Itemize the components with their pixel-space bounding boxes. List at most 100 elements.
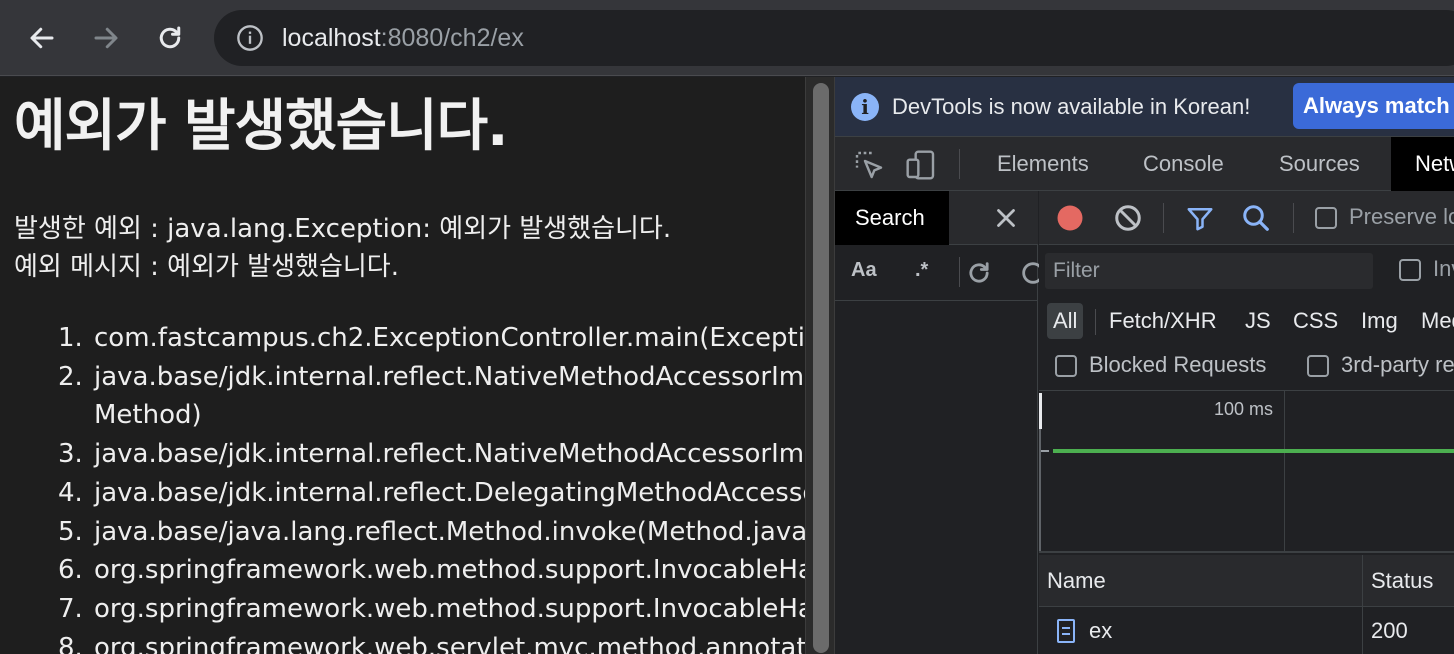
filter-icon[interactable] — [1185, 203, 1215, 233]
browser-toolbar: localhost:8080/ch2/ex — [0, 0, 1454, 76]
search-panel: Search Aa .* — [835, 191, 1044, 654]
arrow-left-icon — [30, 27, 54, 49]
invert-label: Invert — [1433, 256, 1454, 281]
request-name: ex — [1089, 618, 1113, 643]
clear-icon[interactable] — [1113, 203, 1143, 233]
column-name[interactable]: Name — [1039, 555, 1106, 607]
device-toolbar-icon[interactable] — [905, 149, 937, 181]
network-panel: Preserve log Filter Invert All Fetch/XHR… — [1039, 191, 1454, 654]
stack-frame-text: org.springframework.web.servlet.mvc.meth… — [94, 632, 805, 654]
site-info-icon[interactable] — [236, 24, 264, 52]
blocked-requests-label: Blocked Requests — [1089, 352, 1267, 377]
column-status[interactable]: Status — [1363, 555, 1433, 607]
network-toolbar: Preserve log — [1039, 191, 1454, 245]
devtools-tabbar: Elements Console Sources Network — [835, 137, 1454, 191]
devtools-panel: i DevTools is now available in Korean! A… — [835, 77, 1454, 654]
search-panel-header: Search — [835, 191, 1038, 245]
network-filter-row: Filter Invert — [1039, 245, 1454, 295]
search-icon[interactable] — [1241, 203, 1271, 233]
type-filter-all[interactable]: All — [1047, 303, 1084, 339]
type-filter-media[interactable]: Media — [1421, 303, 1454, 339]
filter-input[interactable]: Filter — [1045, 253, 1373, 289]
overview-waiting-bar — [1041, 450, 1049, 452]
document-icon — [1057, 619, 1075, 643]
stack-frame-text: org.springframework.web.method.support.I… — [94, 555, 805, 586]
overview-edge — [1039, 429, 1041, 551]
list-item-number: 4. — [58, 477, 83, 508]
invert-checkbox[interactable] — [1399, 259, 1421, 281]
resource-type-filters: All Fetch/XHR JS CSS Img Media — [1039, 295, 1454, 345]
refresh-icon[interactable] — [965, 259, 993, 287]
infobar-text: DevTools is now available in Korean! — [892, 94, 1251, 119]
overview-download-bar — [1053, 449, 1454, 453]
table-row[interactable]: ex 200 — [1039, 607, 1454, 654]
list-item: 5. java.base/java.lang.reflect.Method.inv… — [0, 513, 805, 552]
list-item: 2. java.base/jdk.internal.reflect.NativeM… — [0, 358, 805, 435]
info-icon: i — [851, 93, 879, 121]
list-item: 4. java.base/jdk.internal.reflect.Delegat… — [0, 474, 805, 513]
url-path: :8080/ch2/ex — [380, 24, 524, 52]
reload-button[interactable] — [150, 18, 190, 58]
always-match-button[interactable]: Always match — [1293, 83, 1454, 129]
list-item-number: 3. — [58, 439, 83, 470]
list-item: 7. org.springframework.web.method.support… — [0, 590, 805, 629]
tabbar-separator — [959, 149, 960, 179]
tab-elements[interactable]: Elements — [997, 137, 1089, 191]
type-filter-css[interactable]: CSS — [1293, 303, 1338, 339]
search-options: Aa .* — [835, 245, 1044, 301]
tab-sources[interactable]: Sources — [1279, 137, 1360, 191]
url-host: localhost — [282, 24, 381, 52]
overview-tick-label: 100 ms — [1214, 399, 1274, 419]
message-line: 예외 메시지 : 예외가 발생했습니다. — [14, 252, 399, 282]
url-text[interactable]: localhost:8080/ch2/ex — [282, 22, 524, 54]
list-item: 1. com.fastcampus.ch2.ExceptionController… — [0, 319, 805, 358]
stack-frame-text: java.base/jdk.internal.reflect.NativeMet… — [94, 361, 805, 392]
third-party-label: 3rd-party requests — [1341, 352, 1454, 377]
type-filter-separator — [1095, 309, 1096, 335]
list-item-number: 1. — [58, 323, 83, 353]
match-case-toggle[interactable]: Aa — [851, 259, 877, 282]
list-item-number: 5. — [58, 516, 83, 547]
tab-network[interactable]: Network — [1391, 137, 1454, 191]
preserve-log-checkbox[interactable] — [1315, 207, 1337, 229]
stack-trace-list: 1. com.fastcampus.ch2.ExceptionController… — [0, 319, 805, 654]
back-button[interactable] — [22, 18, 62, 58]
page-title: 예외가 발생했습니다. — [14, 94, 508, 159]
language-infobar: i DevTools is now available in Korean! A… — [835, 77, 1454, 137]
close-icon[interactable] — [991, 203, 1021, 233]
search-options-separator — [959, 257, 960, 287]
tab-console[interactable]: Console — [1143, 137, 1224, 191]
request-status: 200 — [1371, 618, 1408, 643]
stack-frame-continuation: Method) — [94, 400, 202, 431]
record-icon[interactable] — [1055, 203, 1085, 233]
stack-frame-text: org.springframework.web.method.support.I… — [94, 593, 805, 624]
third-party-checkbox[interactable] — [1307, 355, 1329, 377]
type-filter-img[interactable]: Img — [1361, 303, 1398, 339]
stack-frame-text: java.base/java.lang.reflect.Method.invok… — [94, 516, 805, 547]
page-content: 예외가 발생했습니다. 발생한 예외 : java.lang.Exception… — [0, 77, 805, 654]
search-tab[interactable]: Search — [835, 191, 949, 245]
address-bar[interactable]: localhost:8080/ch2/ex — [214, 10, 1454, 66]
page-scrollbar[interactable] — [805, 77, 835, 654]
type-filter-fetch-xhr[interactable]: Fetch/XHR — [1109, 303, 1217, 339]
toolbar-separator — [1293, 203, 1294, 233]
scrollbar-thumb[interactable] — [813, 83, 829, 653]
inspect-element-icon[interactable] — [853, 149, 885, 181]
list-item-number: 6. — [58, 555, 83, 586]
regex-toggle[interactable]: .* — [915, 259, 928, 282]
list-item: 3. java.base/jdk.internal.reflect.NativeM… — [0, 435, 805, 474]
type-filter-js[interactable]: JS — [1245, 303, 1271, 339]
request-filters-row: Blocked Requests 3rd-party requests — [1039, 345, 1454, 391]
preserve-log-label: Preserve log — [1349, 204, 1454, 229]
list-item-number: 2. — [58, 361, 83, 392]
forward-button[interactable] — [86, 18, 126, 58]
overview-start-marker — [1039, 393, 1042, 429]
stack-frame-text: java.base/jdk.internal.reflect.NativeMet… — [94, 439, 805, 470]
network-overview[interactable]: 100 ms — [1039, 391, 1454, 553]
arrow-right-icon — [94, 27, 118, 49]
list-item: 6. org.springframework.web.method.support… — [0, 551, 805, 590]
blocked-requests-checkbox[interactable] — [1055, 355, 1077, 377]
exception-line: 발생한 예외 : java.lang.Exception: 예외가 발생했습니다… — [14, 214, 672, 244]
stack-frame-text: com.fastcampus.ch2.ExceptionController.m… — [94, 323, 805, 353]
list-item-number: 8. — [58, 632, 83, 654]
